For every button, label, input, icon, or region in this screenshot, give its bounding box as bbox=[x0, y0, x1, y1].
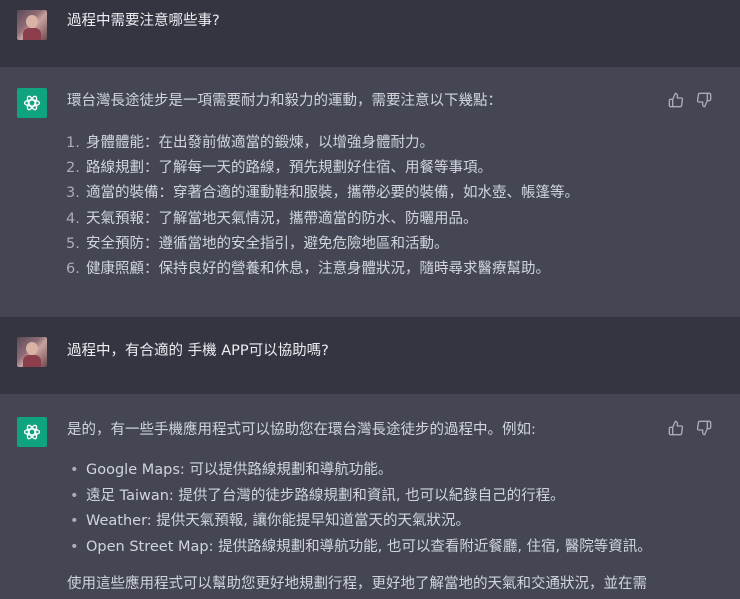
list-item: • Open Street Map: 提供路線規劃和導航功能, 也可以查看附近餐廳… bbox=[70, 538, 652, 555]
thumbs-up-icon[interactable] bbox=[668, 92, 684, 108]
list-item: 5. 安全預防：遵循當地的安全指引，避免危險地區和活動。 bbox=[66, 235, 449, 252]
user-message-text: 過程中，有合適的 手機 APP可以協助嗎? bbox=[67, 343, 329, 359]
assistant-intro-text: 環台灣長途徒步是一項需要耐力和毅力的運動，需要注意以下幾點： bbox=[67, 93, 502, 109]
thumbs-up-icon[interactable] bbox=[668, 420, 684, 436]
list-item: 4. 天氣預報：了解當地天氣情況，攜帶適當的防水、防曬用品。 bbox=[66, 210, 478, 227]
list-item: • Google Maps: 可以提供路線規劃和導航功能。 bbox=[70, 462, 393, 478]
user-message-text: 過程中需要注意哪些事? bbox=[67, 13, 220, 29]
thumbs-down-icon[interactable] bbox=[696, 92, 712, 108]
user-avatar bbox=[17, 10, 47, 40]
numbered-list: 1. 身體體能：在出發前做適當的鍛煉，以增強身體耐力。 2. 路線規劃：了解每一天的… bbox=[66, 133, 579, 284]
list-item: 6. 健康照顧：保持良好的營養和休息，注意身體狀況，隨時尋求醫療幫助。 bbox=[66, 260, 550, 277]
list-item: 3. 適當的裝備：穿著合適的運動鞋和服裝，攜帶必要的裝備，如水壺、帳篷等。 bbox=[66, 185, 579, 202]
openai-logo-icon bbox=[17, 417, 47, 447]
assistant-message-2: 是的，有一些手機應用程式可以協助您在環台灣長途徒步的過程中。例如: • Googl… bbox=[0, 394, 740, 599]
assistant-message-1: 環台灣長途徒步是一項需要耐力和毅力的運動，需要注意以下幾點： 1. 身體體能：在出… bbox=[0, 67, 740, 317]
thumbs-down-icon[interactable] bbox=[696, 420, 712, 436]
list-item: 1. 身體體能：在出發前做適當的鍛煉，以增強身體耐力。 bbox=[66, 135, 434, 151]
list-item: • 遠足 Taiwan: 提供了台灣的徒步路線規劃和資訊, 也可以紀錄自己的行程。 bbox=[70, 487, 565, 504]
assistant-outro-text: 使用這些應用程式可以幫助您更好地規劃行程，更好地了解當地的天氣和交通狀況，並在需 bbox=[67, 576, 647, 592]
bullet-list: • Google Maps: 可以提供路線規劃和導航功能。 • 遠足 Taiwan:… bbox=[70, 460, 652, 562]
assistant-intro-text: 是的，有一些手機應用程式可以協助您在環台灣長途徒步的過程中。例如: bbox=[67, 422, 536, 438]
openai-logo-icon bbox=[17, 88, 47, 118]
list-item: 2. 路線規劃：了解每一天的路線，預先規劃好住宿、用餐等事項。 bbox=[66, 160, 492, 177]
user-avatar bbox=[17, 337, 47, 367]
list-item: • Weather: 提供天氣預報, 讓你能提早知道當天的天氣狀況。 bbox=[70, 513, 471, 530]
user-message-2: 過程中，有合適的 手機 APP可以協助嗎? bbox=[0, 317, 740, 394]
user-message-1: 過程中需要注意哪些事? bbox=[0, 0, 740, 67]
